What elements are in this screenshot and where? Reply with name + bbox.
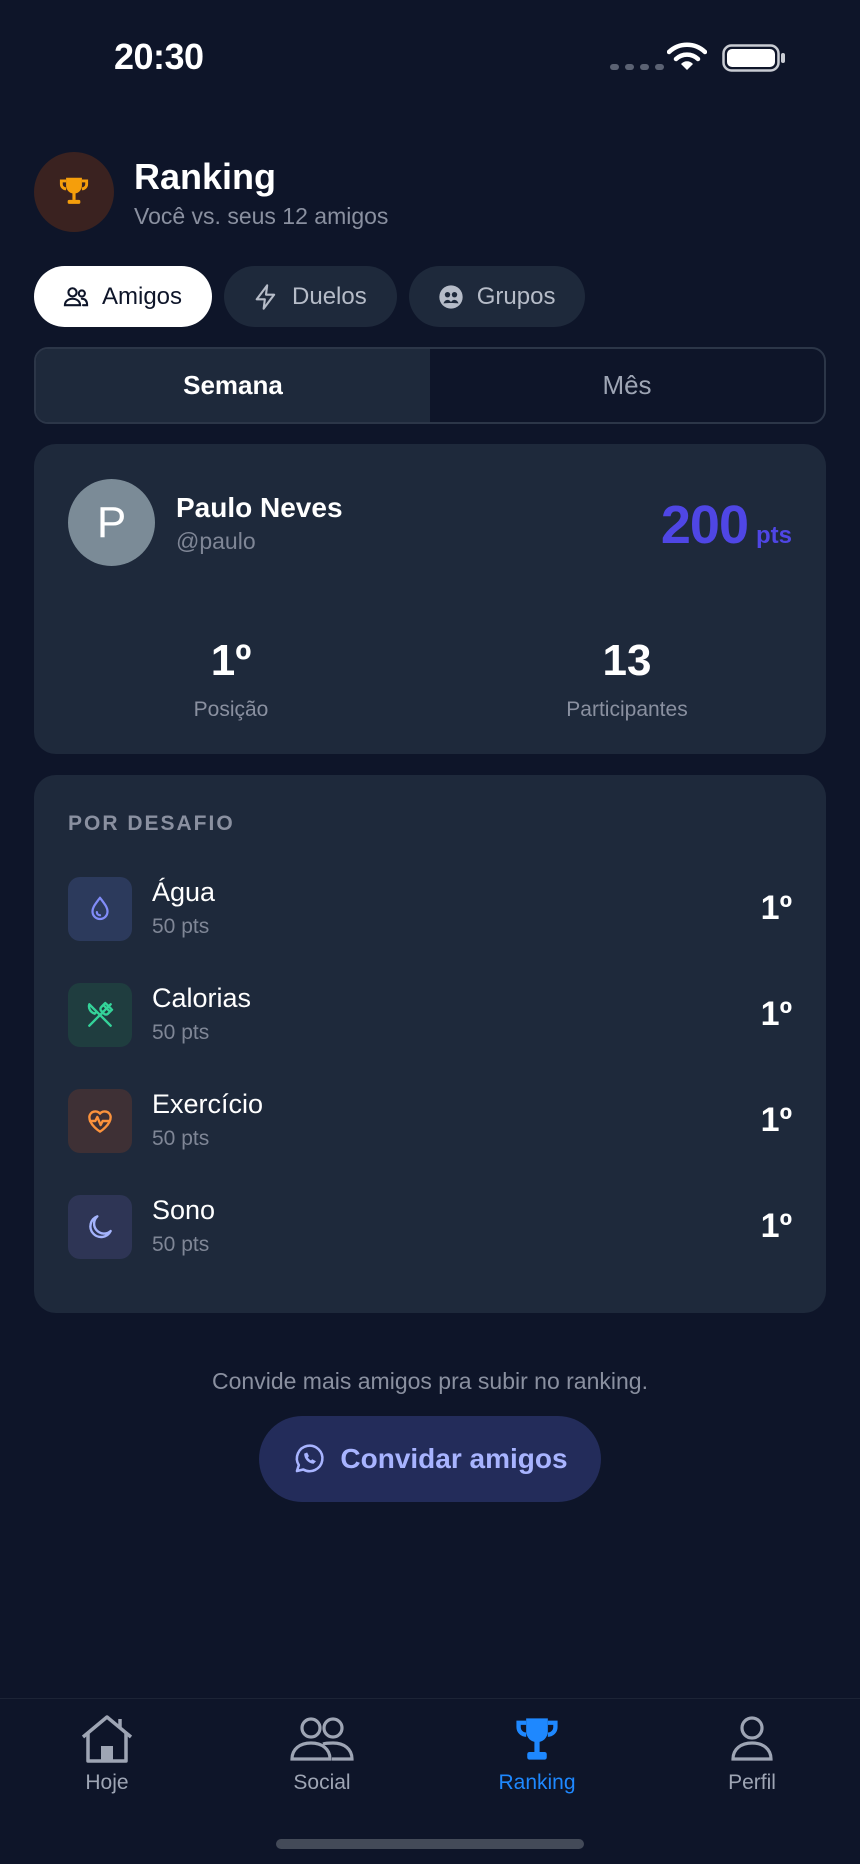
trophy-icon [516, 1718, 558, 1760]
points-total: 200 pts [661, 494, 792, 556]
period-semana[interactable]: Semana [36, 349, 430, 422]
fork-knife-icon [87, 1001, 114, 1027]
points-unit: pts [756, 522, 792, 549]
user-name: Paulo Neves [176, 492, 343, 523]
tabbar-label: Perfil [728, 1771, 776, 1794]
ranking-tabs: Amigos Duelos Grupos [34, 266, 586, 327]
users-icon [63, 286, 89, 306]
invite-text: Convide mais amigos pra subir no ranking… [212, 1368, 648, 1394]
trophy-badge [34, 152, 114, 232]
challenge-card: POR DESAFIO Água 50 pts 1º Calorias 50 p… [34, 775, 826, 1313]
challenge-name: Calorias [152, 983, 252, 1013]
challenge-points: 50 pts [152, 1021, 210, 1044]
challenge-icon-box [68, 1195, 132, 1259]
challenge-icon-box [68, 1089, 132, 1153]
position-stat: 1º Posição [81, 636, 381, 722]
challenge-points: 50 pts [152, 1233, 210, 1256]
position-value: 1º [210, 636, 252, 685]
challenge-row-calorias[interactable]: Calorias 50 pts 1º [68, 983, 792, 1047]
challenge-points: 50 pts [152, 915, 210, 938]
challenge-icon-box [68, 877, 132, 941]
status-time: 20:30 [114, 36, 204, 77]
tabbar-social[interactable]: Social [252, 1713, 392, 1795]
home-indicator [276, 1839, 584, 1849]
avatar: P [68, 479, 155, 566]
tabbar-ranking[interactable]: Ranking [467, 1713, 607, 1795]
tab-label: Duelos [292, 282, 367, 310]
participants-label: Participantes [566, 698, 688, 721]
challenge-row-agua[interactable]: Água 50 pts 1º [68, 877, 792, 941]
lightning-icon [255, 283, 276, 310]
participants-value: 13 [602, 636, 652, 685]
person-icon [731, 1716, 773, 1761]
group-icon [439, 284, 463, 309]
tabbar-label: Hoje [85, 1771, 129, 1794]
signal-icon [610, 64, 664, 70]
tab-duelos[interactable]: Duelos [224, 266, 397, 327]
trophy-icon [59, 177, 89, 204]
period-selector: Semana Mês [34, 347, 826, 424]
challenge-icon-box [68, 983, 132, 1047]
tab-amigos[interactable]: Amigos [34, 266, 213, 327]
tab-grupos[interactable]: Grupos [408, 266, 586, 327]
points-value: 200 [660, 495, 749, 555]
challenge-name: Sono [152, 1195, 216, 1225]
whatsapp-icon [296, 1444, 325, 1473]
page-header: Ranking Você vs. seus 12 amigos [34, 152, 388, 232]
home-icon [81, 1715, 133, 1763]
challenge-position: 1º [760, 995, 792, 1033]
tabbar-perfil[interactable]: Perfil [682, 1713, 822, 1795]
challenge-name: Água [152, 877, 216, 907]
tabbar-label: Social [293, 1771, 351, 1794]
water-drop-icon [91, 896, 109, 921]
wifi-icon [667, 42, 707, 70]
tab-label: Grupos [476, 282, 556, 310]
challenge-row-exercicio[interactable]: Exercício 50 pts 1º [68, 1089, 792, 1153]
status-bar: 20:30 [0, 0, 860, 110]
invite-friends-button[interactable]: Convidar amigos [259, 1416, 601, 1502]
period-mes[interactable]: Mês [430, 349, 824, 422]
section-title: POR DESAFIO [68, 812, 235, 835]
battery-icon [722, 44, 785, 72]
position-label: Posição [193, 698, 269, 721]
challenge-points: 50 pts [152, 1127, 210, 1150]
invite-button-label: Convidar amigos [340, 1443, 568, 1474]
people-icon [290, 1717, 354, 1761]
page-subtitle: Você vs. seus 12 amigos [134, 202, 389, 229]
heart-pulse-icon [88, 1110, 112, 1133]
profile-card: P Paulo Neves @paulo 200 pts 1º Posição … [34, 444, 826, 754]
page-title: Ranking [134, 155, 277, 197]
tabbar-hoje[interactable]: Hoje [37, 1713, 177, 1795]
challenge-name: Exercício [152, 1089, 264, 1119]
tabbar-label: Ranking [498, 1771, 576, 1794]
participants-stat: 13 Participantes [477, 636, 777, 722]
challenge-position: 1º [760, 1207, 792, 1245]
moon-icon [89, 1215, 112, 1239]
user-handle: @paulo [176, 528, 256, 554]
challenge-position: 1º [760, 1101, 792, 1139]
tab-label: Amigos [102, 282, 183, 310]
challenge-row-sono[interactable]: Sono 50 pts 1º [68, 1195, 792, 1259]
challenge-position: 1º [760, 889, 792, 927]
